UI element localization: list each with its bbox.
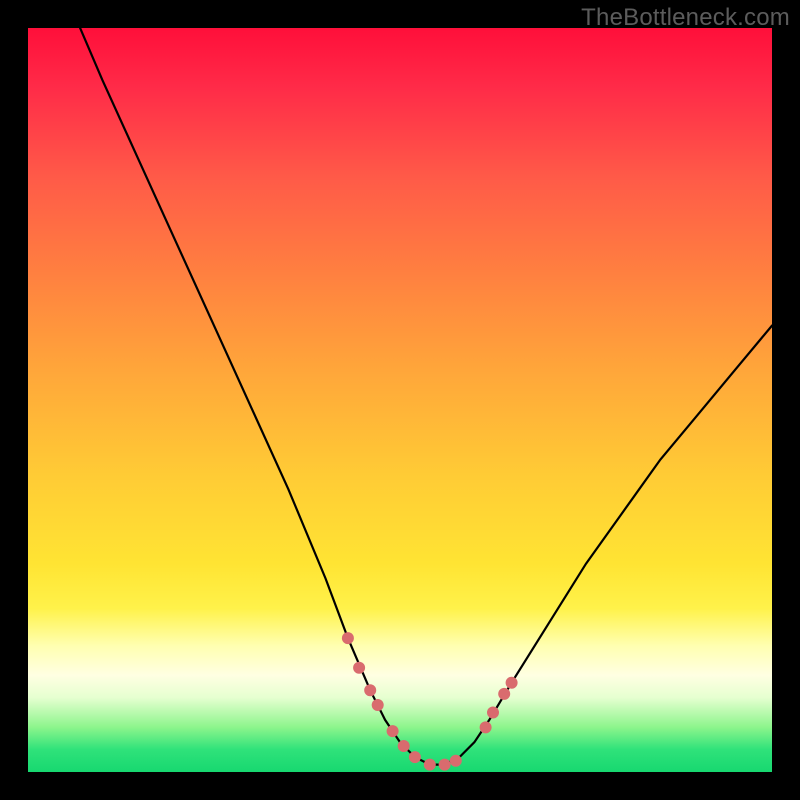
highlight-marker bbox=[398, 740, 410, 752]
highlight-marker bbox=[450, 755, 462, 767]
highlight-marker bbox=[487, 707, 499, 719]
bottleneck-curve-svg bbox=[28, 28, 772, 772]
bottleneck-curve bbox=[80, 28, 772, 765]
highlight-marker bbox=[353, 662, 365, 674]
highlight-markers bbox=[342, 632, 518, 771]
highlight-marker bbox=[424, 759, 436, 771]
highlight-marker bbox=[409, 751, 421, 763]
highlight-marker bbox=[439, 759, 451, 771]
chart-frame: TheBottleneck.com bbox=[0, 0, 800, 800]
highlight-marker bbox=[480, 721, 492, 733]
highlight-marker bbox=[372, 699, 384, 711]
plot-area bbox=[28, 28, 772, 772]
highlight-marker bbox=[342, 632, 354, 644]
highlight-marker bbox=[506, 677, 518, 689]
highlight-marker bbox=[387, 725, 399, 737]
highlight-marker bbox=[498, 688, 510, 700]
watermark-text: TheBottleneck.com bbox=[581, 4, 790, 32]
highlight-marker bbox=[364, 684, 376, 696]
